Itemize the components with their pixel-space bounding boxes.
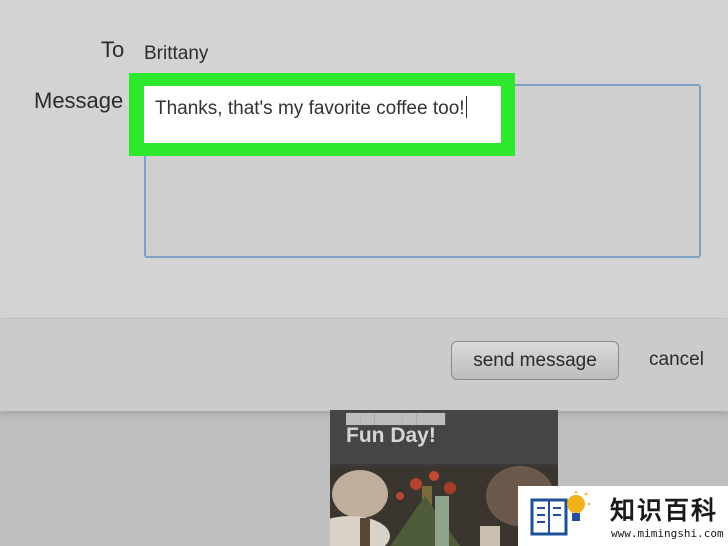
message-text: Thanks, that's my favorite coffee too!: [155, 98, 465, 119]
watermark-url: www.mimingshi.com: [611, 527, 724, 540]
clipped-heading-decoration: ▄▄▄▄▄▄▄: [346, 410, 446, 424]
message-text-wrapper: Thanks, that's my favorite coffee too!: [155, 96, 467, 120]
event-card-header: ▄▄▄▄▄▄▄ Fun Day!: [330, 410, 558, 464]
watermark-title: 知识百科: [610, 496, 719, 525]
send-message-button[interactable]: send message: [451, 341, 619, 380]
message-label: Message: [34, 88, 124, 113]
recipient-name: Brittany: [144, 43, 209, 64]
compose-dialog: To Brittany Message Thanks, that's my fa…: [0, 0, 728, 318]
watermark: 知识百科 www.mimingshi.com: [518, 486, 728, 546]
cancel-button[interactable]: cancel: [649, 349, 704, 371]
text-cursor: [465, 96, 467, 118]
book-lightbulb-logo-icon: [530, 491, 590, 536]
event-card-title: Fun Day!: [346, 424, 436, 447]
to-label: To: [101, 37, 125, 62]
